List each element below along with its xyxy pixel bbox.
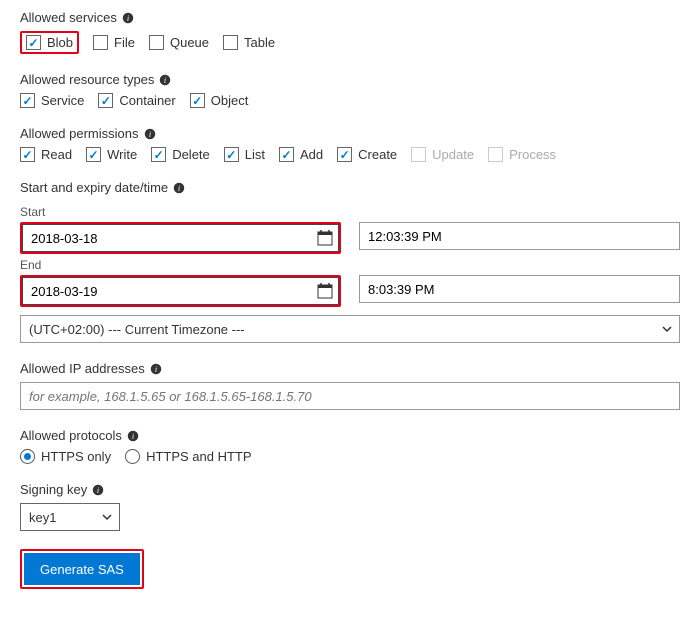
ip-label: Allowed IP addresses i: [20, 361, 680, 376]
info-icon[interactable]: i: [173, 182, 185, 194]
checkbox-blob[interactable]: Blob: [26, 35, 73, 50]
info-icon[interactable]: i: [144, 128, 156, 140]
checkbox-write[interactable]: Write: [86, 147, 137, 162]
signing-key-label: Signing key i: [20, 482, 680, 497]
datetime-label: Start and expiry date/time i: [20, 180, 680, 195]
checkbox-icon: [411, 147, 426, 162]
permissions-row: Read Write Delete List Add Create Update…: [20, 147, 680, 162]
timezone-value: (UTC+02:00) --- Current Timezone ---: [29, 322, 245, 337]
radio-icon: [125, 449, 140, 464]
info-icon[interactable]: i: [92, 484, 104, 496]
checkbox-label: Object: [211, 93, 249, 108]
end-date-field[interactable]: [22, 277, 339, 305]
checkbox-container[interactable]: Container: [98, 93, 175, 108]
radio-label: HTTPS only: [41, 449, 111, 464]
checkbox-icon: [223, 35, 238, 50]
checkbox-label: Delete: [172, 147, 210, 162]
radio-label: HTTPS and HTTP: [146, 449, 251, 464]
checkbox-update: Update: [411, 147, 474, 162]
checkbox-label: Container: [119, 93, 175, 108]
checkbox-icon: [279, 147, 294, 162]
checkbox-process: Process: [488, 147, 556, 162]
resource-types-label: Allowed resource types i: [20, 72, 680, 87]
radio-https-http[interactable]: HTTPS and HTTP: [125, 449, 251, 464]
services-row: Blob File Queue Table: [20, 31, 680, 54]
checkbox-file[interactable]: File: [93, 35, 135, 50]
checkbox-icon: [93, 35, 108, 50]
end-time-input[interactable]: [359, 275, 680, 303]
checkbox-queue[interactable]: Queue: [149, 35, 209, 50]
checkbox-label: List: [245, 147, 265, 162]
checkbox-icon: [20, 93, 35, 108]
checkbox-icon: [98, 93, 113, 108]
checkbox-icon: [86, 147, 101, 162]
checkbox-icon: [190, 93, 205, 108]
checkbox-delete[interactable]: Delete: [151, 147, 210, 162]
end-date-input[interactable]: [20, 275, 341, 307]
checkbox-label: Process: [509, 147, 556, 162]
radio-https-only[interactable]: HTTPS only: [20, 449, 111, 464]
resource-types-row: Service Container Object: [20, 93, 680, 108]
checkbox-list[interactable]: List: [224, 147, 265, 162]
checkbox-label: Blob: [47, 35, 73, 50]
services-label: Allowed services i: [20, 10, 680, 25]
checkbox-icon: [151, 147, 166, 162]
checkbox-label: Add: [300, 147, 323, 162]
checkbox-icon: [26, 35, 41, 50]
start-label: Start: [20, 205, 341, 219]
timezone-select[interactable]: (UTC+02:00) --- Current Timezone ---: [20, 315, 680, 343]
checkbox-label: Read: [41, 147, 72, 162]
calendar-icon[interactable]: [317, 283, 333, 299]
checkbox-icon: [20, 147, 35, 162]
checkbox-create[interactable]: Create: [337, 147, 397, 162]
info-icon[interactable]: i: [122, 12, 134, 24]
checkbox-label: Service: [41, 93, 84, 108]
info-icon[interactable]: i: [159, 74, 171, 86]
checkbox-icon: [337, 147, 352, 162]
protocols-label: Allowed protocols i: [20, 428, 680, 443]
checkbox-label: Create: [358, 147, 397, 162]
permissions-label: Allowed permissions i: [20, 126, 680, 141]
checkbox-add[interactable]: Add: [279, 147, 323, 162]
info-icon[interactable]: i: [127, 430, 139, 442]
checkbox-service[interactable]: Service: [20, 93, 84, 108]
checkbox-table[interactable]: Table: [223, 35, 275, 50]
checkbox-label: File: [114, 35, 135, 50]
chevron-down-icon: [661, 323, 673, 335]
chevron-down-icon: [101, 511, 113, 523]
calendar-icon[interactable]: [317, 230, 333, 246]
signing-key-value: key1: [29, 510, 56, 525]
checkbox-label: Write: [107, 147, 137, 162]
checkbox-icon: [149, 35, 164, 50]
info-icon[interactable]: i: [150, 363, 162, 375]
checkbox-label: Update: [432, 147, 474, 162]
checkbox-icon: [224, 147, 239, 162]
start-time-input[interactable]: [359, 222, 680, 250]
checkbox-label: Table: [244, 35, 275, 50]
checkbox-object[interactable]: Object: [190, 93, 249, 108]
checkbox-read[interactable]: Read: [20, 147, 72, 162]
checkbox-label: Queue: [170, 35, 209, 50]
generate-sas-button[interactable]: Generate SAS: [24, 553, 140, 585]
end-label: End: [20, 258, 341, 272]
signing-key-select[interactable]: key1: [20, 503, 120, 531]
start-date-input[interactable]: [20, 222, 341, 254]
checkbox-icon: [488, 147, 503, 162]
start-date-field[interactable]: [22, 224, 339, 252]
radio-icon: [20, 449, 35, 464]
ip-input[interactable]: [20, 382, 680, 410]
